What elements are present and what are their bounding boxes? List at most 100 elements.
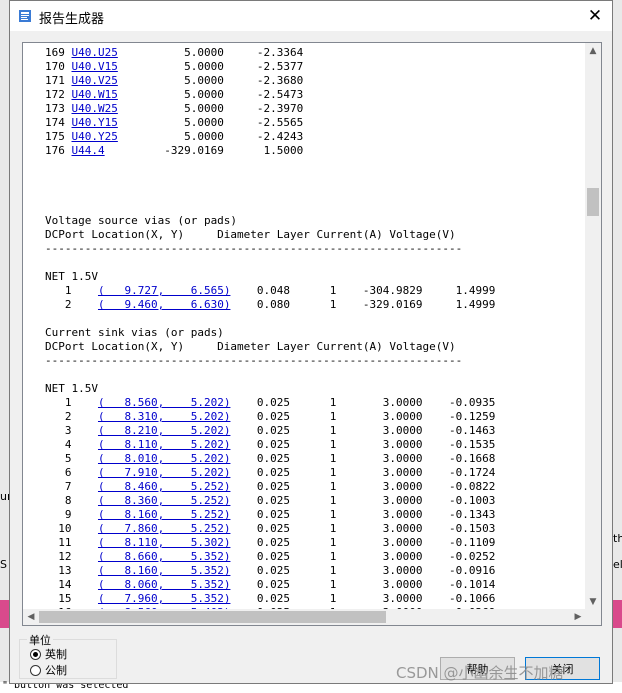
report-text: 0.025 1 3.0000 -0.1724 (230, 466, 496, 479)
report-text: 5.0000 -2.3364 (117, 46, 304, 59)
section-title: Current sink vias (or pads) (45, 326, 224, 340)
report-link[interactable]: ( 9.727, 6.565) (98, 284, 230, 297)
radio-imperial[interactable]: 英制 (30, 646, 67, 662)
horizontal-scroll-thumb[interactable] (39, 611, 386, 623)
report-text: 0.025 1 3.0000 -0.1668 (230, 452, 496, 465)
report-link[interactable]: ( 7.860, 5.252) (98, 522, 230, 535)
radio-imperial-label: 英制 (45, 648, 67, 661)
report-link[interactable]: ( 8.160, 5.352) (98, 564, 230, 577)
column-header: DCPort Location(X, Y) Diameter Layer Cur… (45, 340, 456, 354)
report-link[interactable]: ( 8.110, 5.202) (98, 438, 230, 451)
report-row: 169 U40.U25 5.0000 -2.3364 (45, 46, 303, 60)
via-row: 5 ( 8.010, 5.202) 0.025 1 3.0000 -0.1668 (45, 452, 495, 466)
vertical-scrollbar[interactable]: ▲ ▼ (585, 43, 601, 610)
report-text: 0.025 1 3.0000 -0.1535 (230, 438, 496, 451)
report-link[interactable]: U44.4 (72, 144, 105, 157)
report-text-area[interactable]: 169 U40.U25 5.0000 -2.3364 170 U40.V15 5.… (22, 42, 602, 626)
via-row: 13 ( 8.160, 5.352) 0.025 1 3.0000 -0.091… (45, 564, 495, 578)
via-row: 8 ( 8.360, 5.252) 0.025 1 3.0000 -0.1003 (45, 494, 495, 508)
divider: ----------------------------------------… (45, 242, 462, 256)
via-row: 12 ( 8.660, 5.352) 0.025 1 3.0000 -0.025… (45, 550, 495, 564)
via-row: 11 ( 8.110, 5.302) 0.025 1 3.0000 -0.110… (45, 536, 495, 550)
scroll-right-icon[interactable]: ▶ (570, 609, 586, 625)
report-link[interactable]: U40.V25 (72, 74, 118, 87)
report-text: 171 (45, 74, 72, 87)
report-text: 0.025 1 3.0000 -0.0935 (230, 396, 496, 409)
report-text: 5.0000 -2.5377 (117, 60, 304, 73)
report-link[interactable]: U40.Y25 (72, 130, 118, 143)
report-text: 5.0000 -2.3970 (117, 102, 304, 115)
report-text: 4 (45, 438, 98, 451)
report-text: 1 (45, 284, 98, 297)
scroll-left-icon[interactable]: ◀ (23, 609, 39, 625)
report-link[interactable]: ( 8.660, 5.352) (98, 550, 230, 563)
report-link[interactable]: ( 8.060, 5.352) (98, 578, 230, 591)
report-app-icon (19, 10, 31, 22)
report-text: 0.025 1 3.0000 -0.0916 (230, 564, 496, 577)
report-text: 0.025 1 3.0000 -0.0252 (230, 550, 496, 563)
scroll-up-icon[interactable]: ▲ (585, 43, 601, 59)
report-text: NET 1.5V (45, 382, 98, 395)
report-text: 0.025 1 3.0000 -0.1503 (230, 522, 496, 535)
report-link[interactable]: ( 8.310, 5.202) (98, 410, 230, 423)
vertical-scroll-thumb[interactable] (587, 188, 599, 216)
via-row: 10 ( 7.860, 5.252) 0.025 1 3.0000 -0.150… (45, 522, 495, 536)
report-text: 176 (45, 144, 72, 157)
radio-imperial-indicator[interactable] (30, 648, 41, 660)
horizontal-scrollbar[interactable]: ◀ ▶ (23, 609, 586, 625)
close-icon[interactable]: ✕ (578, 1, 612, 31)
via-row: 7 ( 8.460, 5.252) 0.025 1 3.0000 -0.0822 (45, 480, 495, 494)
report-link[interactable]: U40.W15 (72, 88, 118, 101)
report-link[interactable]: ( 8.110, 5.302) (98, 536, 230, 549)
report-text: 6 (45, 466, 98, 479)
report-text: 170 (45, 60, 72, 73)
report-text: 15 (45, 592, 98, 605)
report-link[interactable]: U40.W25 (72, 102, 118, 115)
report-text: 0.025 1 3.0000 -0.0822 (230, 480, 496, 493)
report-row: 176 U44.4 -329.0169 1.5000 (45, 144, 303, 158)
report-content: 169 U40.U25 5.0000 -2.3364 170 U40.V15 5.… (23, 43, 586, 610)
radio-metric[interactable]: 公制 (30, 662, 67, 678)
report-text: Current sink vias (or pads) (45, 326, 224, 339)
via-row: 14 ( 8.060, 5.352) 0.025 1 3.0000 -0.101… (45, 578, 495, 592)
scroll-corner (585, 609, 601, 625)
watermark: CSDN @小幽余生不加糖 (396, 664, 564, 682)
report-text: 5.0000 -2.5565 (117, 116, 304, 129)
report-link[interactable]: ( 8.010, 5.202) (98, 452, 230, 465)
report-text: 0.025 1 3.0000 -0.1109 (230, 536, 496, 549)
report-text: DCPort Location(X, Y) Diameter Layer Cur… (45, 340, 456, 353)
report-text: ----------------------------------------… (45, 354, 463, 367)
report-text: 0.025 1 3.0000 -0.1003 (230, 494, 496, 507)
background-edge-text: S (0, 558, 7, 571)
report-link[interactable]: ( 9.460, 6.630) (98, 298, 230, 311)
report-text: 3 (45, 424, 98, 437)
report-link[interactable]: ( 8.460, 5.252) (98, 480, 230, 493)
report-link[interactable]: U40.V15 (72, 60, 118, 73)
window-title: 报告生成器 (39, 12, 105, 27)
report-text: Voltage source vias (or pads) (45, 214, 238, 227)
report-link[interactable]: ( 7.960, 5.352) (98, 592, 230, 605)
report-text: 5.0000 -2.4243 (117, 130, 304, 143)
report-text: 0.025 1 3.0000 -0.1014 (230, 578, 496, 591)
report-link[interactable]: ( 8.160, 5.252) (98, 508, 230, 521)
report-link[interactable]: ( 8.560, 5.202) (98, 396, 230, 409)
radio-metric-indicator[interactable] (30, 664, 41, 676)
report-text: -329.0169 1.5000 (104, 144, 304, 157)
report-row: 174 U40.Y15 5.0000 -2.5565 (45, 116, 303, 130)
report-text: 2 (45, 410, 98, 423)
report-text: 0.048 1 -304.9829 1.4999 (230, 284, 496, 297)
report-link[interactable]: U40.Y15 (72, 116, 118, 129)
report-text: 13 (45, 564, 98, 577)
report-link[interactable]: ( 7.910, 5.202) (98, 466, 230, 479)
title-bar[interactable]: 报告生成器 ✕ (10, 1, 612, 31)
via-row: 2 ( 9.460, 6.630) 0.080 1 -329.0169 1.49… (45, 298, 495, 312)
via-row: 1 ( 9.727, 6.565) 0.048 1 -304.9829 1.49… (45, 284, 495, 298)
scroll-down-icon[interactable]: ▼ (585, 594, 601, 610)
report-text: 0.080 1 -329.0169 1.4999 (230, 298, 496, 311)
report-link[interactable]: U40.U25 (72, 46, 118, 59)
report-link[interactable]: ( 8.360, 5.252) (98, 494, 230, 507)
report-link[interactable]: ( 8.210, 5.202) (98, 424, 230, 437)
via-row: 1 ( 8.560, 5.202) 0.025 1 3.0000 -0.0935 (45, 396, 495, 410)
report-text: 5 (45, 452, 98, 465)
report-text: 5.0000 -2.5473 (117, 88, 304, 101)
